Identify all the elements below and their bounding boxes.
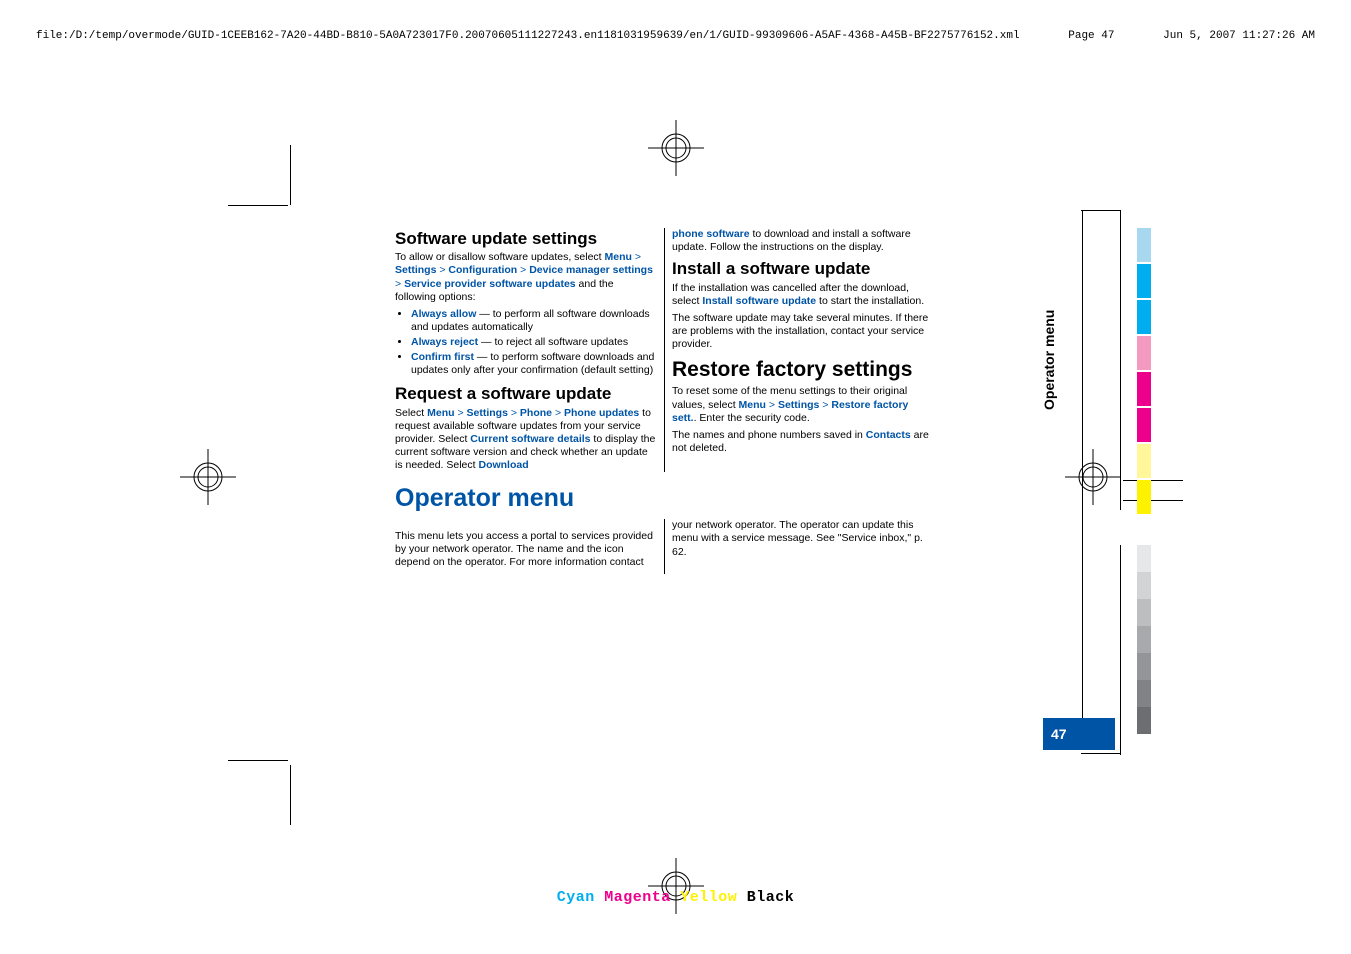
heading-request-software-update: Request a software update	[395, 383, 656, 404]
gray-swatch	[1137, 707, 1151, 734]
trim-rule	[1082, 210, 1083, 750]
color-swatch	[1137, 228, 1151, 262]
gray-swatch	[1137, 545, 1151, 572]
body-text: The names and phone numbers saved in Con…	[672, 429, 933, 455]
page-header: file:/D:/temp/overmode/GUID-1CEEB162-7A2…	[36, 30, 1315, 42]
color-swatch	[1137, 408, 1151, 442]
body-text: This menu lets you access a portal to se…	[395, 530, 656, 569]
list-item: Always allow — to perform all software d…	[411, 308, 656, 334]
heading-operator-menu: Operator menu	[395, 484, 933, 513]
body-text: your network operator. The operator can …	[672, 519, 933, 558]
page-number: 47	[1043, 718, 1115, 750]
gray-swatch	[1137, 572, 1151, 599]
color-swatch	[1137, 480, 1151, 514]
two-column-body: This menu lets you access a portal to se…	[395, 519, 933, 574]
heading-restore-factory-settings: Restore factory settings	[672, 357, 933, 383]
heading-install-software-update: Install a software update	[672, 258, 933, 279]
header-filepath: file:/D:/temp/overmode/GUID-1CEEB162-7A2…	[36, 30, 1020, 42]
crop-mark	[228, 760, 288, 761]
bullet-list: Always allow — to perform all software d…	[395, 308, 656, 378]
crop-mark	[290, 765, 291, 825]
color-swatch	[1137, 264, 1151, 298]
crop-mark	[290, 145, 291, 205]
list-item: Always reject — to reject all software u…	[411, 336, 656, 349]
two-column-body: Software update settings To allow or dis…	[395, 228, 933, 472]
trim-rule	[1123, 500, 1183, 501]
body-text: The software update may take several min…	[672, 312, 933, 351]
trim-rule	[1081, 753, 1121, 754]
gray-swatch	[1137, 680, 1151, 707]
color-swatch	[1137, 444, 1151, 478]
header-page: Page 47	[1068, 30, 1114, 42]
list-item: Confirm first — to perform software down…	[411, 351, 656, 377]
black-label: Black	[747, 889, 795, 906]
content-area: Software update settings To allow or dis…	[395, 228, 933, 574]
body-text: If the installation was cancelled after …	[672, 282, 933, 308]
header-timestamp: Jun 5, 2007 11:27:26 AM	[1163, 30, 1315, 42]
side-tab-label: Operator menu	[1041, 230, 1056, 410]
color-swatch	[1137, 300, 1151, 334]
trim-rule	[1120, 545, 1121, 755]
color-calibration-bars	[1137, 228, 1151, 516]
trim-rule	[1123, 480, 1183, 481]
yellow-label: Yellow	[680, 889, 737, 906]
color-swatch	[1137, 336, 1151, 370]
body-text: phone software to download and install a…	[672, 228, 933, 254]
color-swatch	[1137, 372, 1151, 406]
trim-rule	[1120, 210, 1121, 510]
body-text: To reset some of the menu settings to th…	[672, 385, 933, 424]
crop-mark	[228, 205, 288, 206]
body-text: To allow or disallow software updates, s…	[395, 251, 656, 304]
registration-mark-icon	[648, 120, 704, 176]
grayscale-calibration-bars	[1137, 545, 1151, 734]
registration-mark-icon	[1065, 449, 1121, 505]
cyan-label: Cyan	[557, 889, 595, 906]
cmyk-label: Cyan Magenta Yellow Black	[557, 889, 795, 906]
gray-swatch	[1137, 653, 1151, 680]
gray-swatch	[1137, 626, 1151, 653]
registration-mark-icon	[180, 449, 236, 505]
page: file:/D:/temp/overmode/GUID-1CEEB162-7A2…	[0, 0, 1351, 954]
magenta-label: Magenta	[604, 889, 671, 906]
trim-rule	[1081, 210, 1121, 211]
body-text: Select Menu > Settings > Phone > Phone u…	[395, 407, 656, 473]
gray-swatch	[1137, 599, 1151, 626]
heading-software-update-settings: Software update settings	[395, 228, 656, 249]
